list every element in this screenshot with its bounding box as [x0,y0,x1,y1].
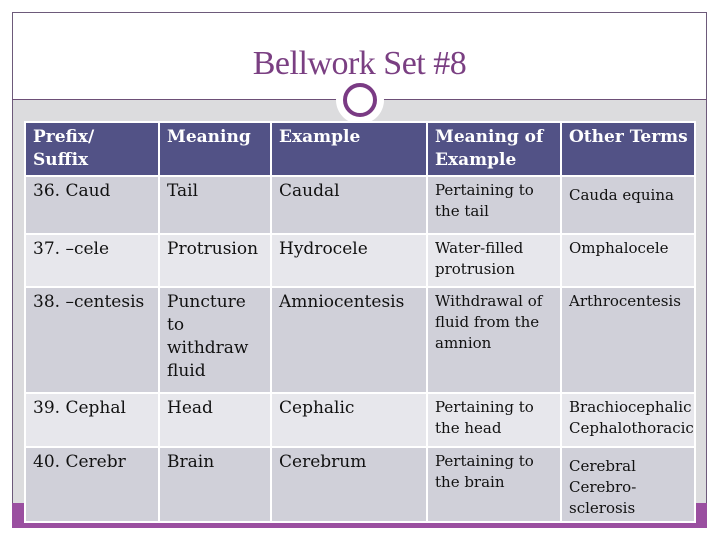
cell-example: Cephalic [270,392,428,448]
cell-other-terms: Arthrocentesis [560,286,696,394]
table-row: 39. Cephal Head Cephalic Pertaining to t… [24,392,696,448]
ring-icon [343,83,377,117]
header-row: Prefix/ Suffix Meaning Example Meaning o… [24,121,696,177]
cell-meaning: Puncture to withdraw fluid [158,286,272,394]
cell-meaning-of-example: Pertaining to the tail [426,175,562,235]
cell-meaning: Brain [158,446,272,523]
cell-meaning: Head [158,392,272,448]
cell-meaning: Protrusion [158,233,272,288]
terms-table: Prefix/ Suffix Meaning Example Meaning o… [24,121,696,523]
cell-meaning-of-example: Withdrawal of fluid from the amnion [426,286,562,394]
cell-meaning-of-example: Pertaining to the brain [426,446,562,523]
cell-example: Hydrocele [270,233,428,288]
cell-meaning-of-example: Pertaining to the head [426,392,562,448]
table-row: 38. –centesis Puncture to withdraw fluid… [24,286,696,394]
cell-meaning-of-example: Water-filled protrusion [426,233,562,288]
header-meaning-of-example: Meaning of Example [426,121,562,177]
cell-prefix: 39. Cephal [24,392,160,448]
header-example: Example [270,121,428,177]
cell-other-terms: Omphalocele [560,233,696,288]
cell-other-terms: Cerebral Cerebro-sclerosis [560,446,696,523]
cell-other-terms: Brachiocephalic Cephalothoracic [560,392,696,448]
table-row: 36. Caud Tail Caudal Pertaining to the t… [24,175,696,235]
cell-other-terms: Cauda equina [560,175,696,235]
header-prefix-suffix: Prefix/ Suffix [24,121,160,177]
cell-prefix: 40. Cerebr [24,446,160,523]
cell-prefix: 38. –centesis [24,286,160,394]
cell-meaning: Tail [158,175,272,235]
cell-prefix: 36. Caud [24,175,160,235]
cell-example: Amniocentesis [270,286,428,394]
header-meaning: Meaning [158,121,272,177]
cell-prefix: 37. –cele [24,233,160,288]
cell-example: Caudal [270,175,428,235]
accent-bar-bottom [12,523,707,528]
cell-example: Cerebrum [270,446,428,523]
table-row: 37. –cele Protrusion Hydrocele Water-fil… [24,233,696,288]
header-other-terms: Other Terms [560,121,696,177]
table-row: 40. Cerebr Brain Cerebrum Pertaining to … [24,446,696,523]
